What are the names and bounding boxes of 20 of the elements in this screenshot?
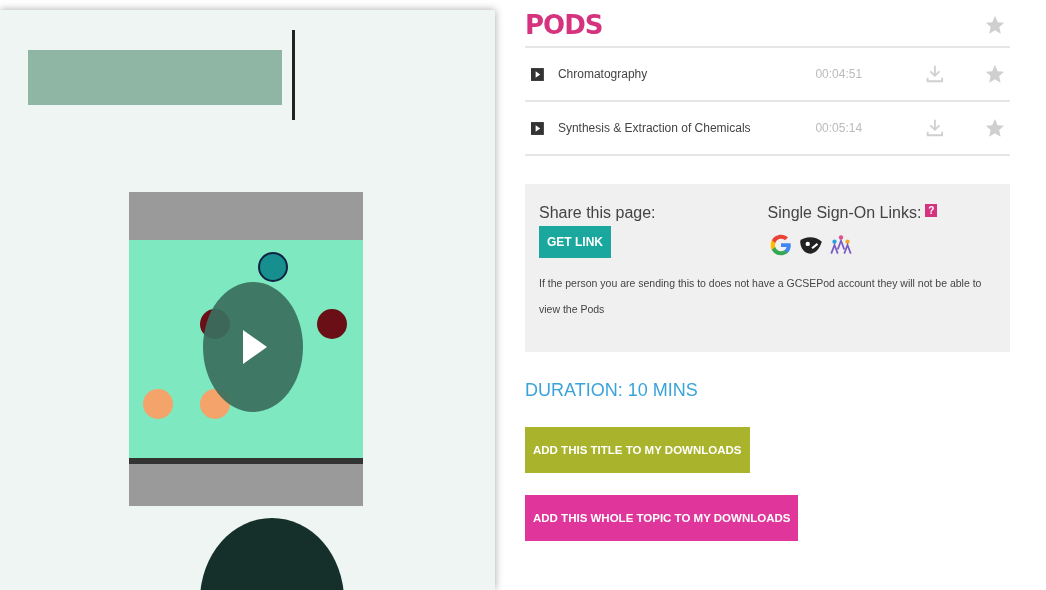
pod-duration: 00:04:51 bbox=[815, 67, 864, 81]
add-downloads-button[interactable]: ADD THIS WHOLE TOPIC TO MY DOWNLOADS bbox=[525, 495, 799, 541]
get-link-button[interactable]: GET LINK bbox=[539, 226, 611, 258]
play-icon[interactable] bbox=[531, 121, 544, 135]
pod-title[interactable]: Synthesis & Extraction of Chemicals bbox=[557, 121, 816, 135]
star-icon[interactable] bbox=[984, 14, 1006, 36]
help-badge[interactable]: ? bbox=[925, 204, 938, 217]
star-icon[interactable] bbox=[984, 63, 1006, 85]
pods-title: PODS bbox=[525, 10, 603, 40]
add-downloads-button[interactable]: ADD THIS TITLE TO MY DOWNLOADS bbox=[525, 427, 750, 473]
sso-heading: Single Sign-On Links: bbox=[767, 204, 922, 222]
share-heading: Share this page: bbox=[539, 204, 656, 222]
play-icon[interactable] bbox=[531, 67, 544, 81]
video-frame[interactable] bbox=[0, 10, 495, 590]
pod-title[interactable]: Chromatography bbox=[557, 67, 816, 81]
share-note: If the person you are sending this to does not have a GCSEPod account they will not be able to view the Pods bbox=[539, 276, 983, 317]
pod-duration: 00:05:14 bbox=[815, 121, 864, 135]
star-icon[interactable] bbox=[984, 117, 1006, 139]
duration-label: DURATION: 10 MINS bbox=[525, 380, 698, 401]
play-button[interactable] bbox=[203, 282, 303, 412]
